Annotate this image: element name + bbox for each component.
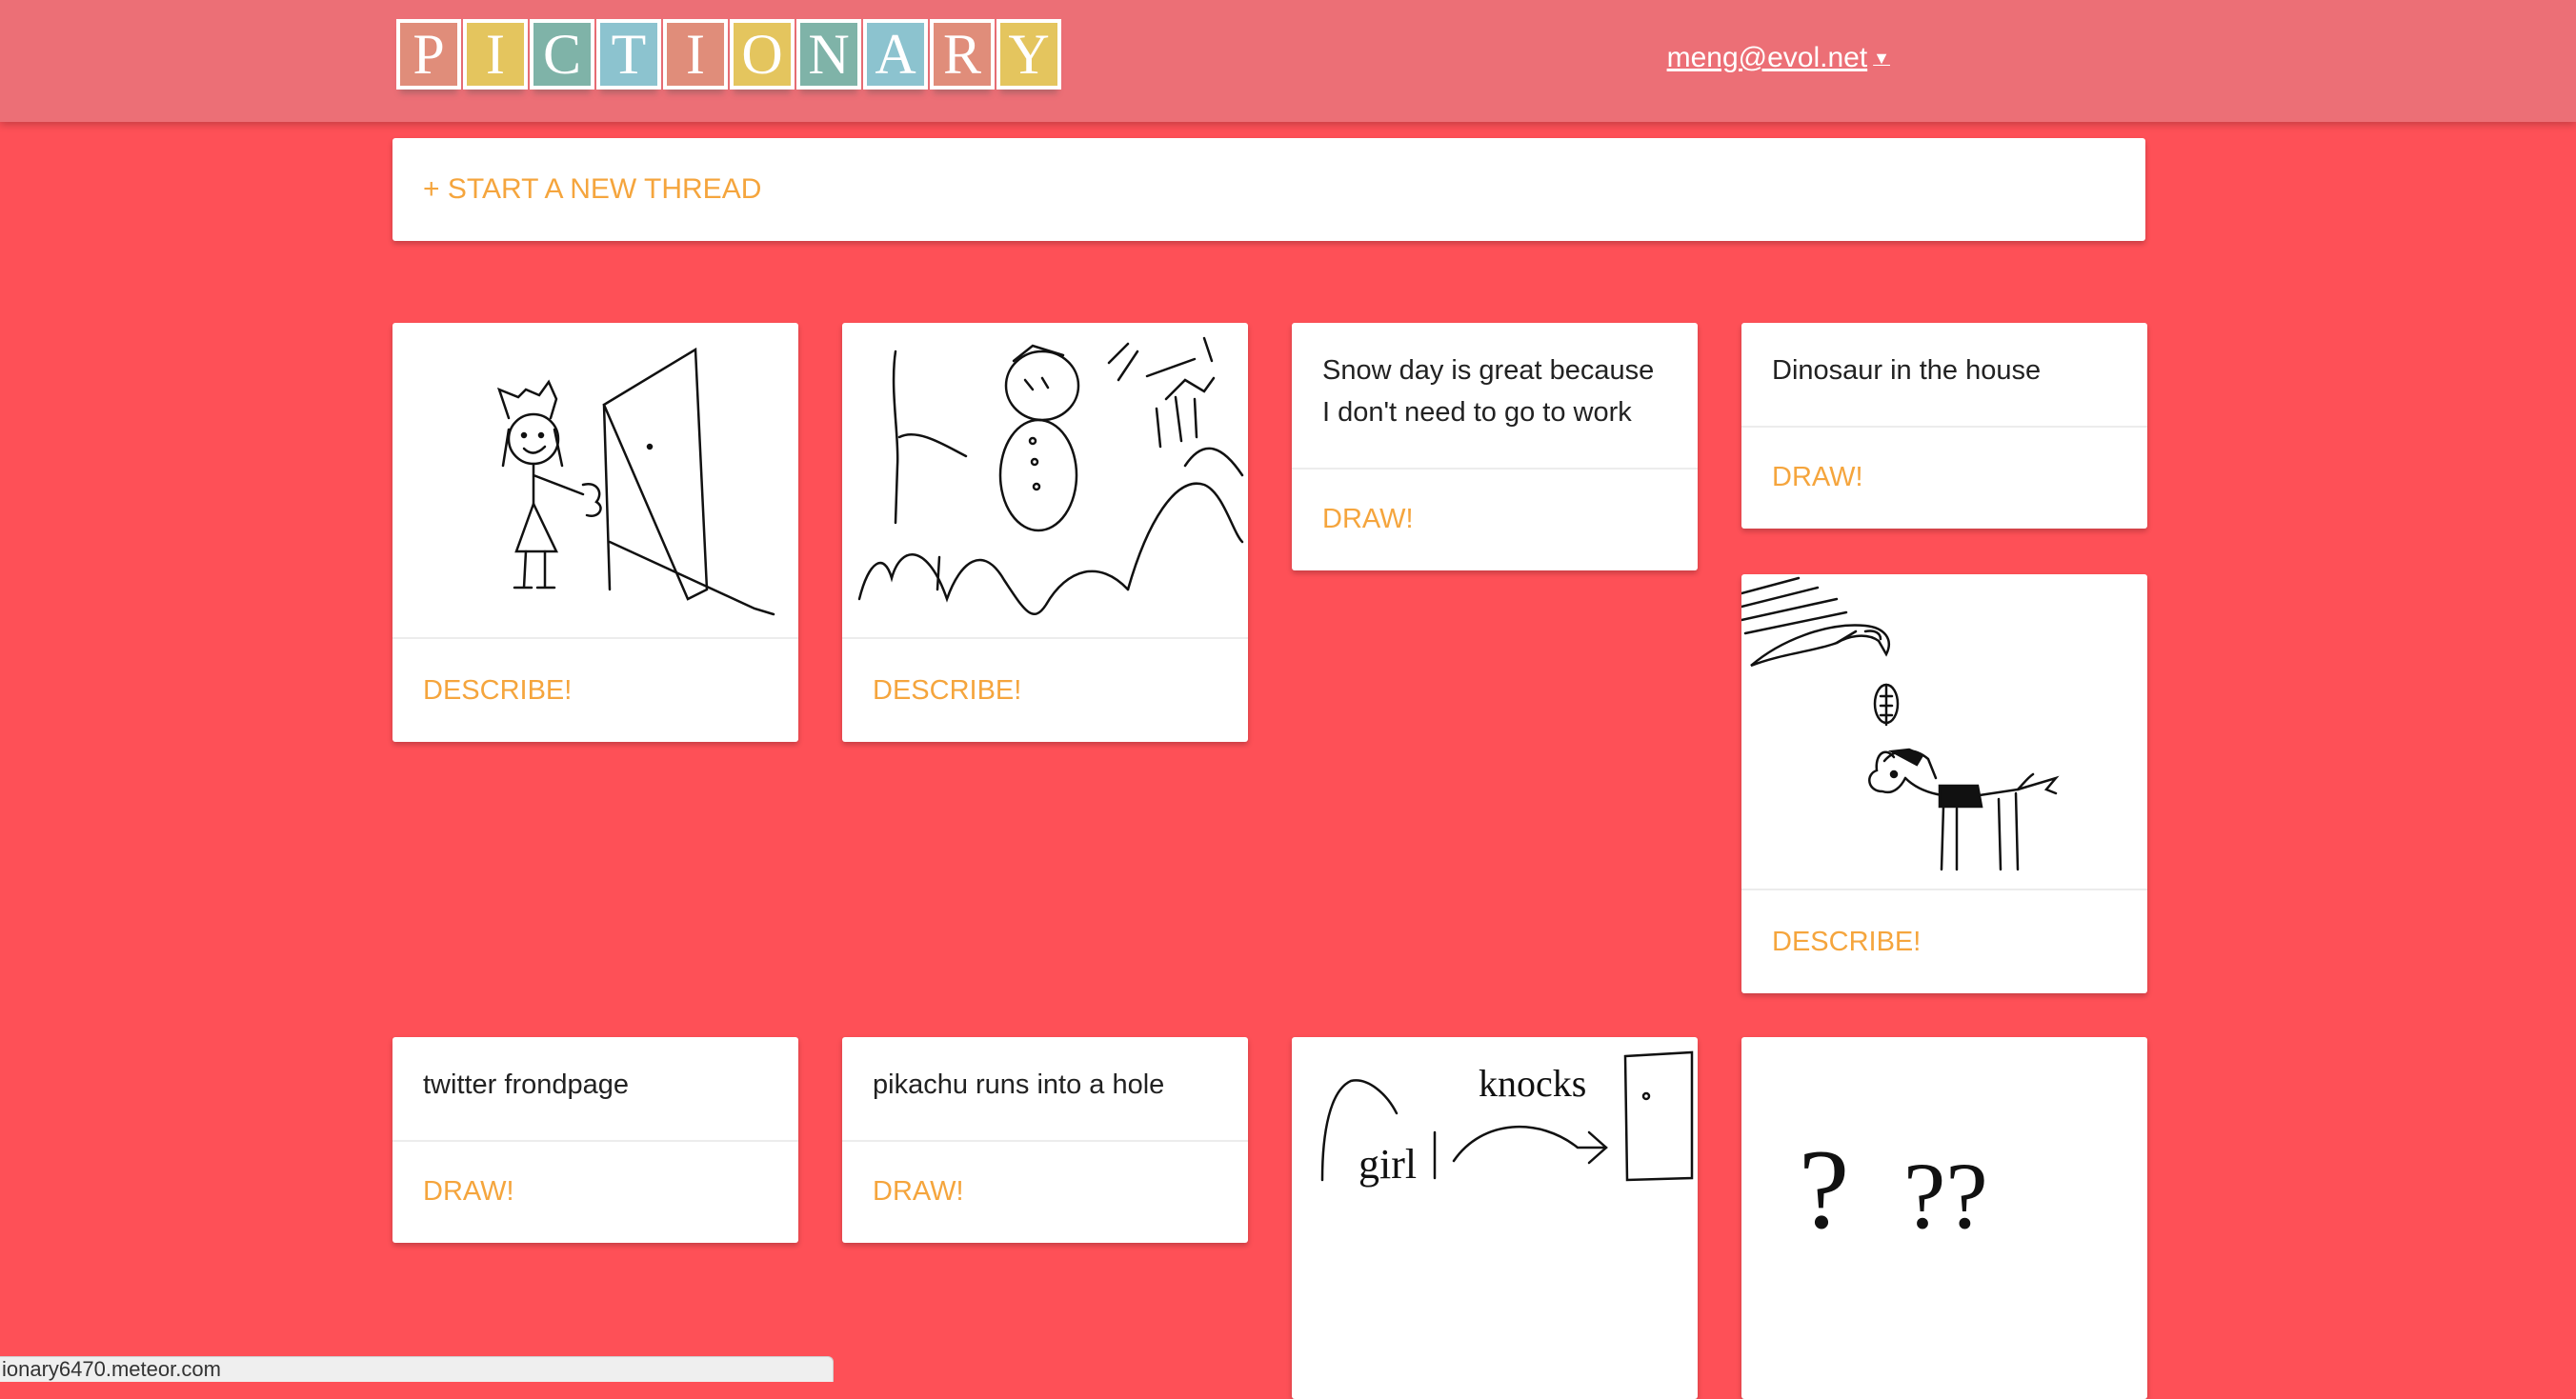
- draw-button[interactable]: DRAW!: [873, 1176, 964, 1208]
- thread-card-drawing[interactable]: ? ??: [1741, 1037, 2147, 1399]
- describe-button[interactable]: DESCRIBE!: [1772, 927, 1921, 958]
- browser-status-bar: ionary6470.meteor.com: [0, 1356, 834, 1382]
- thread-prompt-text: twitter frondpage: [423, 1069, 630, 1100]
- card-divider: [1292, 468, 1698, 470]
- sketch-question-marks: ??: [1903, 1143, 1988, 1249]
- card-divider: [842, 1140, 1248, 1142]
- prompt-line: I don't need to go to work: [1322, 397, 1632, 428]
- girl-knocks-door-diagram-sketch: girl knocks: [1320, 1050, 1694, 1188]
- thread-card-text[interactable]: Snow day is great because I don't need t…: [1292, 323, 1698, 570]
- logo-tile: I: [663, 19, 728, 90]
- describe-button[interactable]: DESCRIBE!: [873, 675, 1021, 707]
- thread-card-drawing[interactable]: girl knocks: [1292, 1037, 1698, 1399]
- logo-tile: A: [863, 19, 928, 90]
- caret-down-icon[interactable]: ▼: [1873, 49, 1890, 69]
- logo-tile: P: [396, 19, 461, 90]
- thread-card-drawing[interactable]: DESCRIBE!: [1741, 574, 2147, 993]
- thread-card-text[interactable]: Dinosaur in the house DRAW!: [1741, 323, 2147, 529]
- card-divider: [1741, 426, 2147, 428]
- top-navbar: P I C T I O N A R Y meng@evol.net ▼: [0, 0, 2576, 122]
- snowman-mountains-sketch: [857, 336, 1244, 615]
- bird-leaf-horse-sketch: [1741, 576, 2060, 871]
- describe-button[interactable]: DESCRIBE!: [423, 675, 572, 707]
- card-divider: [392, 637, 798, 639]
- card-divider: [842, 637, 1248, 639]
- thread-card-drawing[interactable]: DESCRIBE!: [392, 323, 798, 742]
- thread-prompt-text: Snow day is great because I don't need t…: [1292, 323, 1698, 433]
- draw-button[interactable]: DRAW!: [423, 1176, 514, 1208]
- logo-tile: I: [463, 19, 528, 90]
- thread-card-text[interactable]: twitter frondpage DRAW!: [392, 1037, 798, 1243]
- girl-knocking-on-door-sketch: [496, 347, 775, 616]
- sketch-word-knocks: knocks: [1479, 1062, 1586, 1105]
- user-email[interactable]: meng@evol.net: [1667, 42, 1868, 74]
- prompt-line: Snow day is great because: [1322, 355, 1655, 386]
- logo-tile: C: [530, 19, 594, 90]
- user-account-dropdown[interactable]: meng@evol.net ▼: [1667, 42, 1890, 74]
- thread-card-drawing[interactable]: DESCRIBE!: [842, 323, 1248, 742]
- new-thread-bar[interactable]: + START A NEW THREAD: [392, 138, 2145, 241]
- card-divider: [392, 1140, 798, 1142]
- logo-tile: R: [930, 19, 995, 90]
- thread-card-text[interactable]: pikachu runs into a hole DRAW!: [842, 1037, 1248, 1243]
- thread-prompt-text: Dinosaur in the house: [1772, 355, 2042, 386]
- start-new-thread-button[interactable]: + START A NEW THREAD: [423, 173, 761, 206]
- thread-prompt-text: pikachu runs into a hole: [873, 1069, 1165, 1100]
- draw-button[interactable]: DRAW!: [1772, 462, 1863, 493]
- logo-tile: T: [596, 19, 661, 90]
- sketch-question-mark: ?: [1799, 1126, 1849, 1252]
- question-marks-sketch: ? ??: [1799, 1126, 1988, 1252]
- logo-tile: N: [796, 19, 861, 90]
- pictionary-logo[interactable]: P I C T I O N A R Y: [396, 19, 1061, 91]
- draw-button[interactable]: DRAW!: [1322, 504, 1414, 535]
- card-divider: [1741, 889, 2147, 890]
- logo-tile: Y: [996, 19, 1061, 90]
- logo-tile: O: [730, 19, 795, 90]
- sketch-word-girl: girl: [1358, 1141, 1417, 1188]
